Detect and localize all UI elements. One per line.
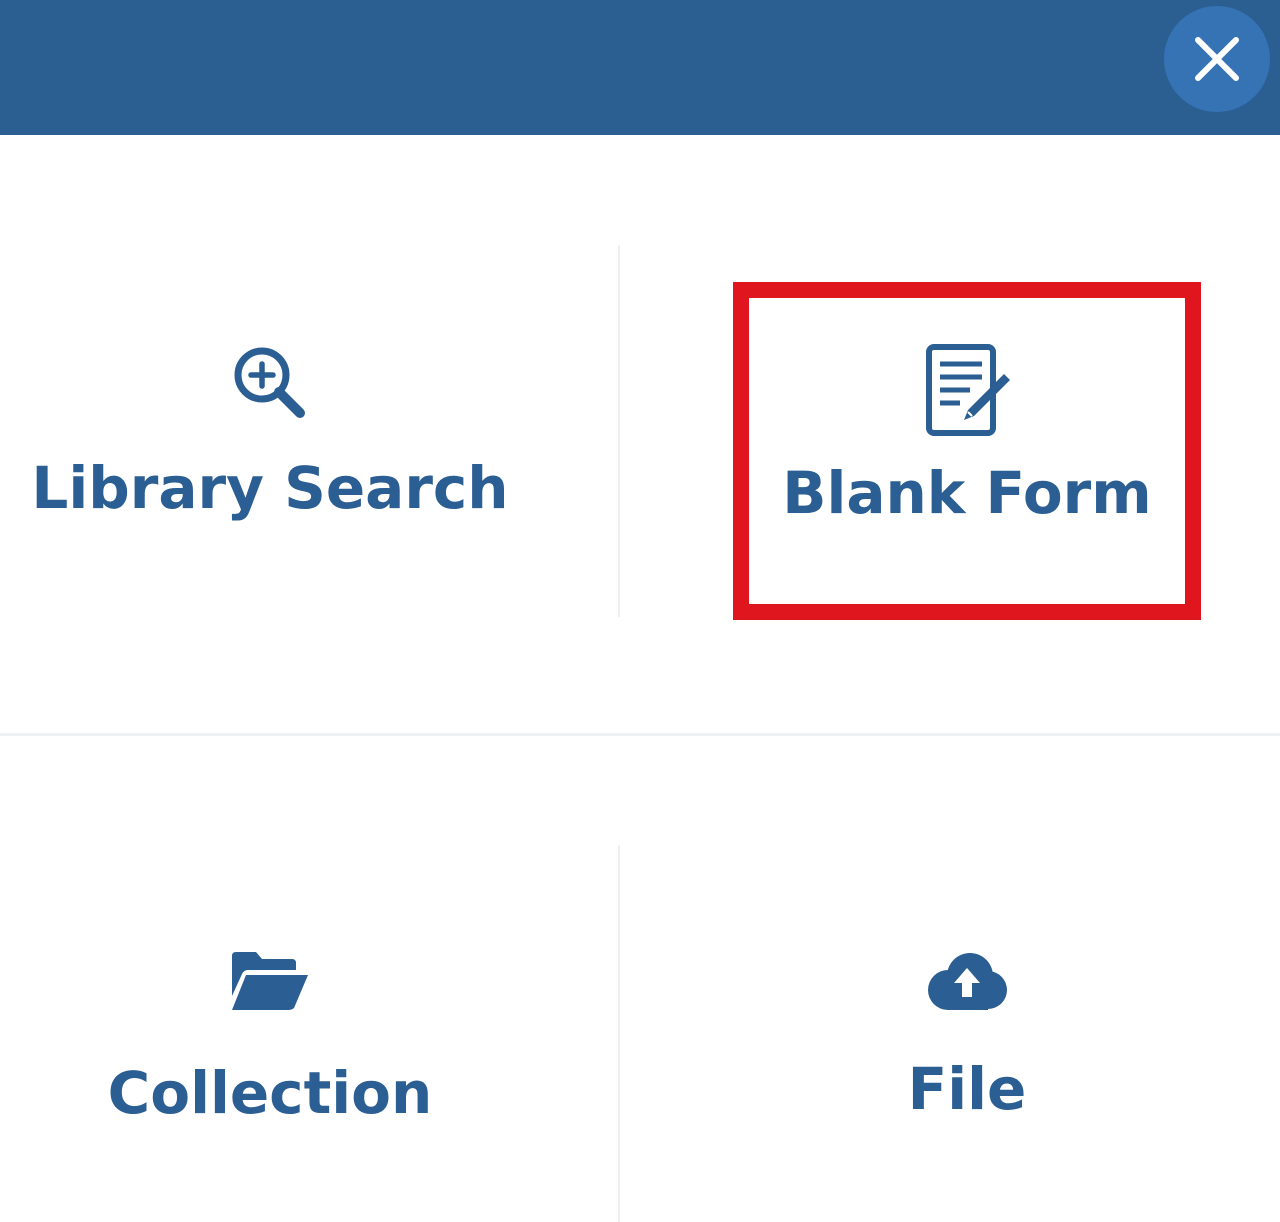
cloud-upload-icon xyxy=(928,953,1007,1010)
option-file[interactable]: File xyxy=(733,952,1201,1118)
row-divider xyxy=(0,733,1280,736)
close-button[interactable] xyxy=(1164,6,1270,112)
option-label: Collection xyxy=(107,1059,433,1127)
close-icon xyxy=(1195,37,1239,81)
search-plus-icon xyxy=(234,347,305,418)
column-divider-bottom xyxy=(618,845,620,1222)
dialog-header xyxy=(0,0,1280,135)
option-label: Blank Form xyxy=(782,459,1152,527)
option-blank-form[interactable]: Blank Form xyxy=(733,342,1201,522)
form-edit-icon xyxy=(926,344,1010,436)
add-content-dialog: Library Search Blank Form Collection Fil… xyxy=(0,0,1280,1222)
folder-open-icon xyxy=(232,952,308,1010)
option-label: File xyxy=(907,1055,1027,1123)
column-divider-top xyxy=(618,245,620,617)
option-label: Library Search xyxy=(31,454,509,522)
option-library-search[interactable]: Library Search xyxy=(0,345,540,517)
option-collection[interactable]: Collection xyxy=(0,950,540,1122)
